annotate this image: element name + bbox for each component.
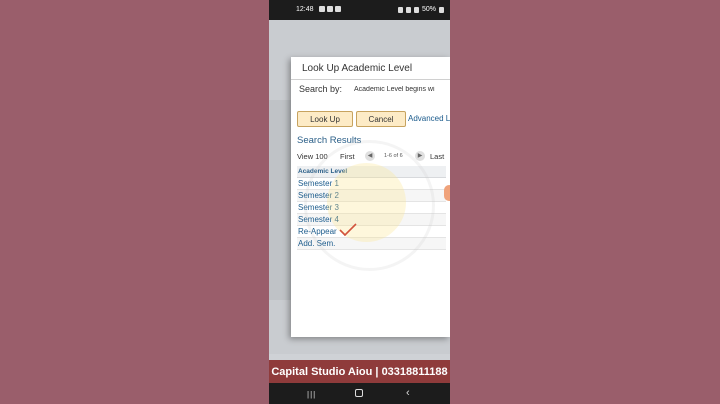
- status-bar: 12:48 50%: [269, 0, 450, 20]
- search-by-select[interactable]: Academic Level begins wi: [354, 86, 450, 93]
- floating-handle-icon[interactable]: [444, 185, 450, 201]
- search-by-label: Search by:: [299, 84, 343, 94]
- last-page-link[interactable]: Last: [430, 152, 444, 161]
- cancel-button[interactable]: Cancel: [356, 111, 406, 127]
- message-notification-icon: [327, 6, 333, 12]
- app-notification-icon: [319, 6, 325, 12]
- status-indicators: 50%: [397, 6, 444, 13]
- dialog-title: Look Up Academic Level: [302, 63, 413, 74]
- channel-banner: Capital Studio Aiou | 03318811188: [269, 360, 450, 383]
- phone-frame: 12:48 50% Look Up Academic Level Search …: [269, 0, 450, 404]
- lookup-button[interactable]: Look Up: [297, 111, 353, 127]
- home-icon[interactable]: [355, 389, 363, 397]
- advanced-lookup-link[interactable]: Advanced L: [408, 114, 450, 123]
- dialog-titlebar: Look Up Academic Level: [291, 57, 450, 80]
- recent-apps-icon[interactable]: |||: [307, 390, 316, 399]
- battery-icon: [439, 6, 444, 13]
- signal-icon: [413, 6, 419, 13]
- whatsapp-notification-icon: [335, 6, 341, 12]
- wifi-icon: [405, 6, 411, 13]
- alarm-icon: [397, 6, 403, 13]
- status-time: 12:48: [296, 6, 314, 13]
- banner-text: Capital Studio Aiou | 03318811188: [271, 365, 448, 378]
- studio-watermark-seal: [304, 140, 435, 271]
- back-icon[interactable]: ‹: [406, 387, 410, 399]
- android-nav-bar: ||| ‹: [269, 383, 450, 404]
- watermark-center: [327, 163, 406, 242]
- battery-percent: 50%: [421, 6, 436, 13]
